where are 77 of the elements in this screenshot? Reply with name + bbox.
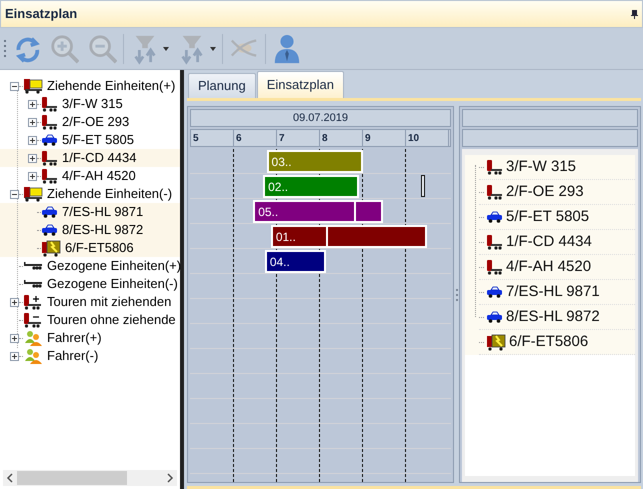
car-icon xyxy=(486,209,503,225)
truck-icon xyxy=(23,186,43,202)
vehicle-item[interactable]: 4/F-AH 4520 xyxy=(506,256,592,278)
horizontal-scrollbar[interactable] xyxy=(3,470,177,486)
collapse-toggle[interactable] xyxy=(10,190,19,198)
tree-item[interactable]: 5/F-ET 5805 xyxy=(62,130,134,150)
caret-icon[interactable] xyxy=(163,46,169,50)
truck-icon xyxy=(41,96,58,112)
vehicle-item[interactable]: 6/F-ET5806 xyxy=(509,330,588,354)
car-icon xyxy=(486,309,503,325)
people-icon xyxy=(23,348,43,364)
hour-label: 8 xyxy=(320,130,363,146)
vehicle-item[interactable]: 7/ES-HL 9871 xyxy=(506,280,600,304)
car-icon xyxy=(41,132,58,148)
truck-icon xyxy=(23,312,43,328)
scrollbar-thumb[interactable] xyxy=(17,471,127,485)
truck-icon xyxy=(41,240,61,256)
tree-item[interactable]: Touren ohne ziehende xyxy=(47,310,176,330)
vehicle-item[interactable]: 5/F-ET 5805 xyxy=(506,206,590,228)
caret-icon[interactable] xyxy=(210,46,216,50)
collapse-toggle[interactable] xyxy=(10,82,19,90)
truck-icon xyxy=(486,234,503,250)
expand-toggle[interactable] xyxy=(28,100,37,108)
user-icon[interactable] xyxy=(272,32,302,64)
truck-icon xyxy=(23,294,43,310)
expand-toggle[interactable] xyxy=(10,298,19,306)
truck-icon xyxy=(486,184,503,200)
grip-icon[interactable] xyxy=(4,40,7,58)
car-icon xyxy=(41,222,58,238)
truck-icon xyxy=(486,159,503,175)
truck-icon xyxy=(41,114,58,130)
tab[interactable]: Einsatzplan xyxy=(256,71,344,98)
date-header: 09.07.2019 xyxy=(190,109,451,127)
tree-item[interactable]: Gezogene Einheiten(-) xyxy=(47,274,178,294)
truck-icon xyxy=(486,334,506,350)
schedule-bar[interactable]: 02.. xyxy=(263,175,359,198)
truck-icon xyxy=(486,259,503,275)
people-icon xyxy=(23,330,43,346)
time-marker xyxy=(420,175,425,197)
hour-label: 7 xyxy=(277,130,320,146)
schedule-bar[interactable]: 03.. xyxy=(266,150,363,173)
vehicle-item[interactable]: 1/F-CD 4434 xyxy=(506,230,592,254)
expand-toggle[interactable] xyxy=(28,136,37,144)
truck-icon xyxy=(23,78,43,94)
tree-item[interactable]: 3/F-W 315 xyxy=(62,94,123,114)
tree-item[interactable]: Ziehende Einheiten(+) xyxy=(47,76,176,96)
schedule-bar[interactable]: 04.. xyxy=(264,250,326,273)
hour-label: 5 xyxy=(191,130,234,146)
expand-toggle[interactable] xyxy=(28,154,37,162)
vehicle-item[interactable]: 2/F-OE 293 xyxy=(506,180,584,204)
car-icon xyxy=(41,204,58,220)
schedule-bar[interactable]: 05.. xyxy=(253,200,384,223)
tree-item[interactable]: Fahrer(-) xyxy=(47,346,98,366)
hour-label: 10 xyxy=(406,130,449,146)
tree-item[interactable]: Ziehende Einheiten(-) xyxy=(47,184,172,204)
pin-icon[interactable] xyxy=(631,10,638,18)
vehicle-item[interactable]: 8/ES-HL 9872 xyxy=(506,306,600,328)
tree-item[interactable]: Fahrer(+) xyxy=(47,328,102,348)
expand-toggle[interactable] xyxy=(28,118,37,126)
vehicle-item[interactable]: 3/F-W 315 xyxy=(506,156,576,178)
trailer-icon xyxy=(23,260,43,272)
truck-icon xyxy=(41,150,58,166)
tree-item[interactable]: Touren mit ziehenden xyxy=(47,292,172,312)
trailer-icon xyxy=(23,278,43,290)
expand-toggle[interactable] xyxy=(10,334,19,342)
tree-item[interactable]: 2/F-OE 293 xyxy=(62,112,130,132)
car-icon xyxy=(486,284,503,300)
tab[interactable]: Planung xyxy=(188,73,256,98)
window-title: Einsatzplan xyxy=(5,5,78,24)
hour-label: 6 xyxy=(234,130,277,146)
expand-toggle[interactable] xyxy=(10,352,19,360)
truck-icon xyxy=(41,168,58,184)
expand-toggle[interactable] xyxy=(28,172,37,180)
hour-label: 9 xyxy=(363,130,406,146)
schedule-bar[interactable]: 01.. xyxy=(270,225,427,248)
tree-item[interactable]: Gezogene Einheiten(+) xyxy=(47,256,180,276)
tree-item[interactable]: 4/F-AH 4520 xyxy=(62,166,136,186)
